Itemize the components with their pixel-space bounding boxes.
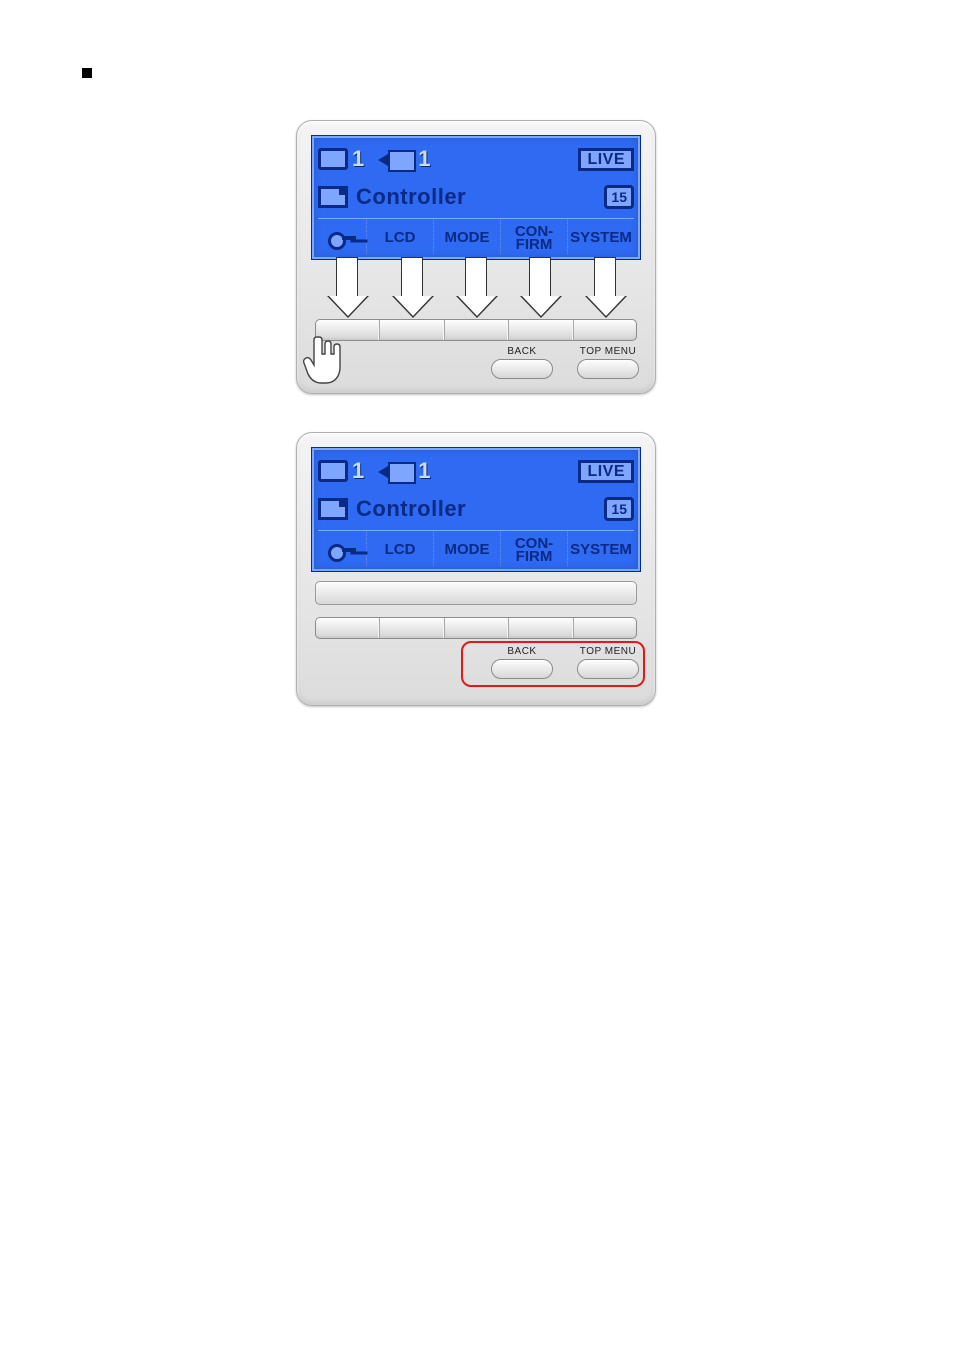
back-button[interactable] <box>491 659 553 679</box>
lcd-mid-row: Controller 15 <box>318 492 634 526</box>
menu-label: MODE <box>445 543 490 556</box>
key-icon <box>328 543 356 557</box>
controller-icon <box>318 498 348 520</box>
live-badge: LIVE <box>578 460 634 483</box>
softkey-4[interactable] <box>508 618 572 638</box>
softkey-3[interactable] <box>444 618 508 638</box>
lcd-mid-row: Controller 15 <box>318 180 634 214</box>
controller-badge: 15 <box>604 185 634 209</box>
menu-cell-lcd: LCD <box>366 531 433 566</box>
lcd-menu-row: LCD MODE CON- FIRM SYSTEM <box>318 218 634 254</box>
menu-label: LCD <box>385 543 416 556</box>
back-button-label: BACK <box>507 347 536 357</box>
lcd-top-row: 1 1 LIVE <box>318 454 634 488</box>
monitor-icon <box>318 460 348 482</box>
menu-key-icon-cell <box>318 219 366 254</box>
section-bullet <box>82 68 92 78</box>
monitor-number: 1 <box>352 460 364 482</box>
arrow-down-icon <box>401 257 423 297</box>
menu-cell-lcd: LCD <box>366 219 433 254</box>
pointer-hand-icon <box>303 335 345 387</box>
wide-button[interactable] <box>315 581 637 605</box>
arrow-down-icon <box>336 257 358 297</box>
lcd-screen: 1 1 LIVE Controller 15 LCD MODE <box>311 447 641 572</box>
menu-label: MODE <box>445 231 490 244</box>
live-badge: LIVE <box>578 148 634 171</box>
menu-cell-confirm: CON- FIRM <box>500 219 567 254</box>
menu-cell-confirm: CON- FIRM <box>500 531 567 566</box>
controller-icon <box>318 186 348 208</box>
menu-label: SYSTEM <box>570 543 632 556</box>
camera-icon <box>378 148 414 170</box>
softkey-bar[interactable] <box>315 617 637 639</box>
softkey-bar[interactable] <box>315 319 637 341</box>
camera-number: 1 <box>418 148 430 170</box>
menu-cell-system: SYSTEM <box>567 219 634 254</box>
menu-key-icon-cell <box>318 531 366 566</box>
controller-title: Controller <box>356 186 466 208</box>
nav-button-row: BACK TOP MENU <box>449 647 639 679</box>
menu-label: LCD <box>385 231 416 244</box>
monitor-icon <box>318 148 348 170</box>
controller-title: Controller <box>356 498 466 520</box>
nav-button-row: BACK TOP MENU <box>449 347 639 379</box>
softkey-1[interactable] <box>316 618 379 638</box>
arrow-down-icon <box>465 257 487 297</box>
menu-cell-system: SYSTEM <box>567 531 634 566</box>
lcd-screen: 1 1 LIVE Controller 15 LCD MODE <box>311 135 641 260</box>
controller-panel-2: 1 1 LIVE Controller 15 LCD MODE <box>296 432 656 706</box>
key-icon <box>328 231 356 245</box>
lcd-menu-row: LCD MODE CON- FIRM SYSTEM <box>318 530 634 566</box>
top-menu-button[interactable] <box>577 359 639 379</box>
back-button-label: BACK <box>507 647 536 657</box>
menu-cell-mode: MODE <box>433 531 500 566</box>
camera-icon <box>378 460 414 482</box>
top-menu-button[interactable] <box>577 659 639 679</box>
controller-panel-1: 1 1 LIVE Controller 15 LCD MODE <box>296 120 656 394</box>
softkey-5[interactable] <box>573 320 636 340</box>
softkey-2[interactable] <box>379 320 443 340</box>
softkey-4[interactable] <box>508 320 572 340</box>
arrow-down-icon <box>529 257 551 297</box>
top-menu-button-label: TOP MENU <box>580 347 636 357</box>
menu-label: CON- FIRM <box>515 537 553 563</box>
menu-cell-mode: MODE <box>433 219 500 254</box>
controller-badge: 15 <box>604 497 634 521</box>
top-menu-button-label: TOP MENU <box>580 647 636 657</box>
menu-label: SYSTEM <box>570 231 632 244</box>
menu-label: CON- FIRM <box>515 225 553 251</box>
monitor-number: 1 <box>352 148 364 170</box>
lcd-top-row: 1 1 LIVE <box>318 142 634 176</box>
arrow-row <box>315 257 637 323</box>
softkey-2[interactable] <box>379 618 443 638</box>
softkey-3[interactable] <box>444 320 508 340</box>
arrow-down-icon <box>594 257 616 297</box>
softkey-5[interactable] <box>573 618 636 638</box>
back-button[interactable] <box>491 359 553 379</box>
camera-number: 1 <box>418 460 430 482</box>
